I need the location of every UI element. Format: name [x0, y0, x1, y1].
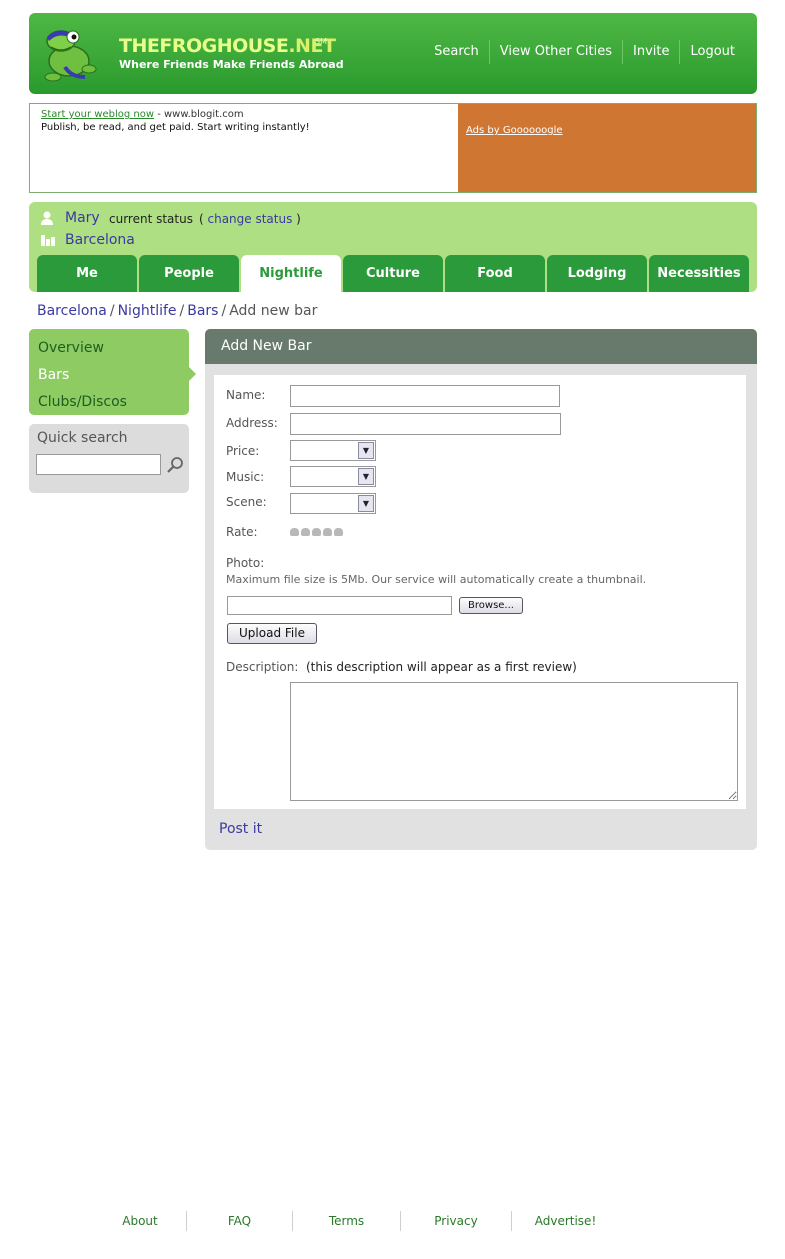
chevron-down-icon: ▼ [358, 468, 374, 485]
rating-widget[interactable] [290, 528, 345, 536]
breadcrumb: Barcelona / Nightlife / Bars / Add new bar [37, 303, 318, 319]
breadcrumb-current: Add new bar [229, 303, 318, 319]
quick-search-box: Quick search [29, 424, 189, 493]
ad-url: - www.blogit.com [157, 109, 244, 120]
footer-faq[interactable]: FAQ [187, 1214, 292, 1228]
rating-frog-icon[interactable] [290, 528, 299, 536]
footer: About FAQ Terms Privacy Advertise! [94, 1211, 619, 1231]
breadcrumb-barcelona[interactable]: Barcelona [37, 303, 107, 319]
user-bar: Mary current status ( change status ) Ba… [29, 202, 757, 292]
chevron-down-icon: ▼ [358, 495, 374, 512]
section-tabs: Me People Nightlife Culture Food Lodging… [37, 255, 751, 292]
address-label: Address: [226, 416, 278, 430]
change-status-wrapper: ( change status ) [199, 212, 301, 226]
leftnav-clubs-discos[interactable]: Clubs/Discos [29, 389, 189, 416]
tab-me[interactable]: Me [37, 255, 137, 292]
price-label: Price: [226, 444, 260, 458]
scene-select[interactable]: ▼ [290, 493, 376, 514]
tab-culture[interactable]: Culture [343, 255, 443, 292]
footer-privacy[interactable]: Privacy [401, 1214, 511, 1228]
photo-note: Maximum file size is 5Mb. Our service wi… [226, 573, 647, 586]
ad-banner: Start your weblog now - www.blogit.com P… [29, 103, 757, 193]
text-ad: Start your weblog now - www.blogit.com P… [30, 104, 458, 192]
ad-description: Publish, be read, and get paid. Start wr… [41, 122, 310, 133]
nav-view-other-cities[interactable]: View Other Cities [490, 40, 622, 64]
description-field[interactable] [290, 682, 738, 801]
music-select[interactable]: ▼ [290, 466, 376, 487]
file-path-field[interactable] [227, 596, 452, 615]
breadcrumb-nightlife[interactable]: Nightlife [118, 303, 177, 319]
site-header: THEFROGHOUSE.NET SM Where Friends Make F… [29, 13, 757, 94]
breadcrumb-bars[interactable]: Bars [187, 303, 218, 319]
tab-lodging[interactable]: Lodging [547, 255, 647, 292]
left-nav: Overview Bars Clubs/Discos [29, 329, 196, 416]
nav-search[interactable]: Search [424, 40, 489, 64]
rating-frog-icon[interactable] [323, 528, 332, 536]
tab-nightlife[interactable]: Nightlife [241, 255, 341, 292]
leftnav-bars[interactable]: Bars [29, 362, 189, 389]
post-it-button[interactable]: Post it [219, 821, 262, 837]
rate-label: Rate: [226, 525, 258, 539]
status-label: current status [109, 212, 193, 226]
description-note: (this description will appear as a first… [306, 660, 577, 674]
rating-frog-icon[interactable] [312, 528, 321, 536]
scene-label: Scene: [226, 495, 267, 509]
photo-label: Photo: [226, 556, 265, 570]
active-arrow-icon [189, 367, 196, 381]
price-select[interactable]: ▼ [290, 440, 376, 461]
search-icon[interactable] [166, 456, 184, 474]
address-field[interactable] [290, 413, 561, 435]
tab-necessities[interactable]: Necessities [649, 255, 749, 292]
change-status-link[interactable]: change status [208, 212, 293, 226]
music-label: Music: [226, 470, 265, 484]
add-bar-panel: Add New Bar Name: Address: Price: ▼ Musi… [205, 329, 757, 850]
service-mark: SM [315, 37, 327, 46]
tab-people[interactable]: People [139, 255, 239, 292]
browse-button[interactable]: Browse... [459, 597, 523, 614]
chevron-down-icon: ▼ [358, 442, 374, 459]
leftnav-overview[interactable]: Overview [29, 335, 189, 362]
quick-search-title: Quick search [37, 430, 128, 446]
ad-sidebar: Ads by Goooooogle [458, 104, 756, 192]
brand-name[interactable]: THEFROGHOUSE.NET [119, 35, 336, 57]
rating-frog-icon[interactable] [334, 528, 343, 536]
tab-food[interactable]: Food [445, 255, 545, 292]
user-name[interactable]: Mary [65, 210, 100, 226]
name-field[interactable] [290, 385, 560, 407]
upload-file-button[interactable]: Upload File [227, 623, 317, 644]
ad-link[interactable]: Start your weblog now [41, 109, 154, 120]
ads-by-link[interactable]: Ads by Goooooogle [466, 125, 563, 136]
nav-invite[interactable]: Invite [623, 40, 679, 64]
frog-logo-icon[interactable] [41, 23, 103, 85]
footer-terms[interactable]: Terms [293, 1214, 400, 1228]
panel-title: Add New Bar [205, 329, 757, 364]
top-nav: Search View Other Cities Invite Logout [424, 40, 745, 64]
tagline: Where Friends Make Friends Abroad [119, 58, 344, 71]
city-icon [41, 235, 55, 246]
footer-about[interactable]: About [94, 1214, 186, 1228]
user-icon [41, 211, 53, 225]
add-bar-form: Name: Address: Price: ▼ Music: ▼ Scene: … [214, 375, 746, 809]
name-label: Name: [226, 388, 266, 402]
footer-advertise[interactable]: Advertise! [512, 1214, 619, 1228]
city-name[interactable]: Barcelona [65, 232, 135, 248]
quick-search-input[interactable] [36, 454, 161, 475]
description-label: Description: [226, 660, 299, 674]
nav-logout[interactable]: Logout [680, 40, 745, 64]
rating-frog-icon[interactable] [301, 528, 310, 536]
